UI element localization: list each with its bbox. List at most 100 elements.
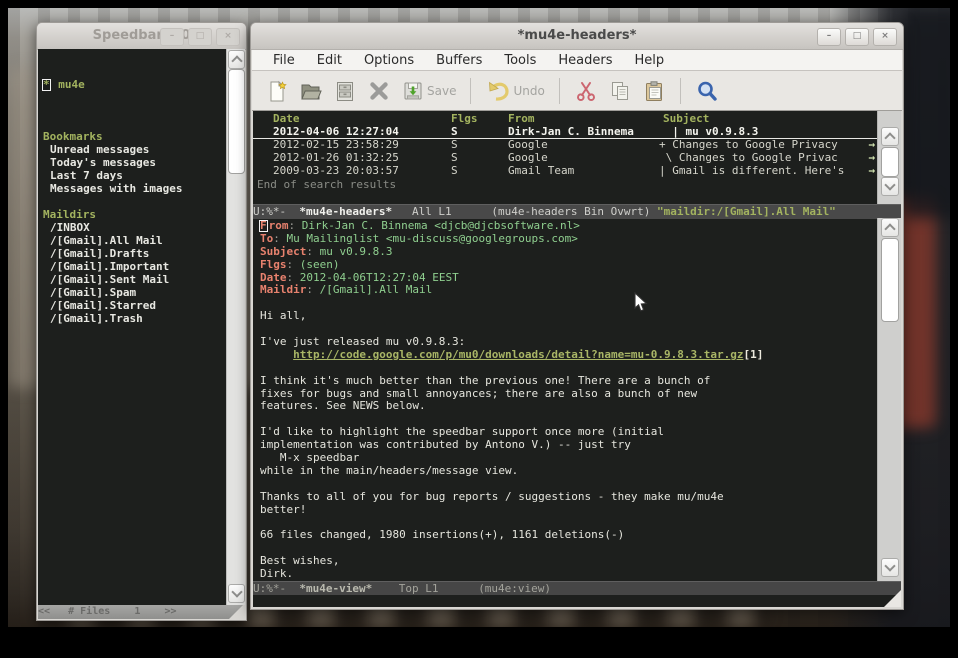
- search-icon: [695, 79, 719, 103]
- speedbar-root-item[interactable]: * mu4e: [43, 78, 226, 91]
- header-row[interactable]: 2012-04-06 12:27:04SDirk-Jan C. Binnema …: [253, 125, 878, 139]
- view-scroll-down-button[interactable]: [881, 558, 899, 577]
- truncation-arrow-icon: →: [868, 164, 875, 177]
- dired-button[interactable]: [332, 78, 358, 104]
- speedbar-item[interactable]: Messages with images: [43, 182, 226, 195]
- body-line: Dirk.: [260, 568, 878, 581]
- body-line: [260, 362, 878, 375]
- menu-help[interactable]: Help: [624, 53, 676, 68]
- speedbar-item[interactable]: /[Gmail].Drafts: [43, 247, 226, 260]
- body-line: 66 files changed, 1980 insertions(+), 11…: [260, 529, 878, 542]
- column-from: From: [508, 112, 535, 125]
- emacs-maximize-button[interactable]: □: [845, 28, 869, 46]
- message-field-label: Date: [260, 271, 287, 284]
- headers-scroll-up-button[interactable]: [881, 127, 899, 146]
- menu-buffers[interactable]: Buffers: [425, 53, 493, 68]
- message-field-label: From: [260, 219, 289, 232]
- view-scroll-thumb[interactable]: [881, 238, 899, 322]
- paste-clipboard-icon: [642, 79, 666, 103]
- toolbar-separator: [680, 78, 681, 104]
- view-scroll-up-button[interactable]: [881, 218, 899, 237]
- body-line: Best wishes,: [260, 555, 878, 568]
- menu-options[interactable]: Options: [353, 53, 425, 68]
- open-file-button[interactable]: [298, 78, 324, 104]
- paste-button[interactable]: [641, 78, 667, 104]
- header-row[interactable]: 2012-01-26 01:32:25SGoogle \ Changes to …: [253, 151, 878, 164]
- column-flags: Flgs: [451, 112, 478, 125]
- modeline-headers: U:%*- *mu4e-headers* All L1 (mu4e-header…: [253, 204, 901, 219]
- message-field-value: Dirk-Jan C. Binnema <djcb@djcbsoftware.n…: [302, 219, 580, 232]
- menu-headers[interactable]: Headers: [547, 53, 623, 68]
- speedbar-root-label[interactable]: mu4e: [58, 78, 85, 91]
- speedbar-minimize-button[interactable]: –: [160, 28, 184, 46]
- close-buffer-button[interactable]: [366, 78, 392, 104]
- toolbar-separator: [470, 78, 471, 104]
- save-button[interactable]: Save: [400, 78, 457, 104]
- modeline-buffer-name: *mu4e-view*: [299, 582, 372, 595]
- speedbar-item[interactable]: Unread messages: [43, 143, 226, 156]
- mouse-cursor-icon: [634, 292, 648, 317]
- close-x-icon: [367, 79, 391, 103]
- search-button[interactable]: [694, 78, 720, 104]
- speedbar-status-right[interactable]: >>: [164, 606, 176, 617]
- headers-scrollbar[interactable]: [877, 111, 901, 204]
- speedbar-titlebar[interactable]: Speedbar 1.0 – □ ×: [37, 23, 246, 50]
- modeline-view: U:%*- *mu4e-view* Top L1 (mu4e:view): [253, 581, 901, 596]
- speedbar-item[interactable]: /[Gmail].All Mail: [43, 234, 226, 247]
- speedbar-close-button[interactable]: ×: [216, 28, 240, 46]
- headers-scroll-thumb[interactable]: [881, 147, 899, 177]
- speedbar-item[interactable]: Today's messages: [43, 156, 226, 169]
- message-link[interactable]: http://code.google.com/p/mu0/downloads/d…: [293, 348, 743, 361]
- speedbar-item[interactable]: /INBOX: [43, 221, 226, 234]
- speedbar-status-left[interactable]: <<: [38, 606, 68, 617]
- speedbar-scroll-down-button[interactable]: [228, 584, 245, 603]
- undo-icon: [485, 79, 511, 103]
- file-cabinet-icon: [333, 79, 357, 103]
- speedbar-window: Speedbar 1.0 – □ × * mu4e BookmarksUnrea…: [36, 22, 247, 621]
- header-row[interactable]: 2009-03-23 20:03:57SGmail Team| Gmail is…: [253, 164, 878, 177]
- menu-edit[interactable]: Edit: [306, 53, 353, 68]
- speedbar-item[interactable]: /[Gmail].Starred: [43, 299, 226, 312]
- cut-button[interactable]: [573, 78, 599, 104]
- speedbar-status-count: 1: [110, 606, 164, 617]
- emacs-edit-area: Date Flgs From Subject 2012-04-06 12:27:…: [253, 111, 901, 607]
- speedbar-resize-grip[interactable]: [229, 605, 245, 619]
- new-file-button[interactable]: [264, 78, 290, 104]
- emacs-titlebar[interactable]: *mu4e-headers* – □ ×: [251, 23, 903, 50]
- echo-area[interactable]: [253, 595, 901, 607]
- message-field-value: Mu Mailinglist <mu-discuss@googlegroups.…: [287, 232, 578, 245]
- header-row-subject: + Changes to Google Privacy: [659, 138, 838, 151]
- emacs-resize-grip[interactable]: [884, 590, 901, 607]
- body-line: [260, 542, 878, 555]
- speedbar-section-heading: Bookmarks: [43, 130, 226, 143]
- header-row[interactable]: 2012-02-15 23:58:29SGoogle+ Changes to G…: [253, 138, 878, 151]
- header-row-flags: S: [451, 125, 458, 138]
- speedbar-scroll-up-button[interactable]: [228, 50, 245, 69]
- menu-file[interactable]: File: [262, 53, 306, 68]
- emacs-minimize-button[interactable]: –: [817, 28, 841, 46]
- header-row-subject: | mu v0.9.8.3: [659, 125, 758, 138]
- header-row-subject: \ Changes to Google Privac: [659, 151, 838, 164]
- speedbar-item[interactable]: /[Gmail].Trash: [43, 312, 226, 325]
- headers-scroll-down-button[interactable]: [881, 177, 899, 196]
- speedbar-item[interactable]: Last 7 days: [43, 169, 226, 182]
- view-scrollbar[interactable]: [877, 218, 901, 581]
- mu4e-headers-pane: Date Flgs From Subject 2012-04-06 12:27:…: [253, 111, 878, 204]
- emacs-close-button[interactable]: ×: [873, 28, 897, 46]
- menu-tools[interactable]: Tools: [493, 53, 547, 68]
- message-field-value: 2012-04-06T12:27:04 EEST: [300, 271, 459, 284]
- speedbar-item[interactable]: /[Gmail].Sent Mail: [43, 273, 226, 286]
- speedbar-maximize-button[interactable]: □: [188, 28, 212, 46]
- copy-button[interactable]: [607, 78, 633, 104]
- headers-column-row: Date Flgs From Subject: [253, 112, 878, 125]
- body-line: while in the main/headers/message view.: [260, 465, 878, 478]
- speedbar-content: * mu4e BookmarksUnread messagesToday's m…: [38, 49, 245, 605]
- undo-button[interactable]: Undo: [484, 78, 545, 104]
- emacs-window: *mu4e-headers* – □ × FileEditOptionsBuff…: [250, 22, 904, 610]
- text-cursor: F: [259, 220, 268, 232]
- speedbar-item[interactable]: /[Gmail].Important: [43, 260, 226, 273]
- speedbar-scroll-thumb[interactable]: [228, 69, 245, 174]
- speedbar-scrollbar[interactable]: [226, 49, 245, 605]
- header-row-from: Dirk-Jan C. Binnema: [508, 125, 634, 138]
- speedbar-item[interactable]: /[Gmail].Spam: [43, 286, 226, 299]
